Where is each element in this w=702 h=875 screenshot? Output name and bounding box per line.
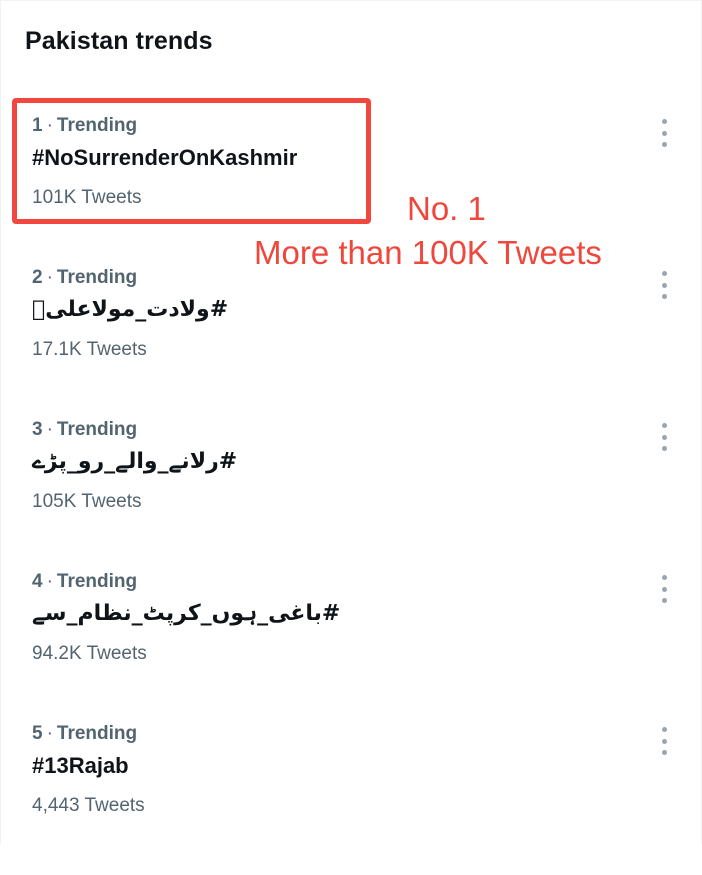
trends-panel: Pakistan trends 1 · Trending #NoSurrenderO… [0,0,702,844]
trend-item-2[interactable]: 2 · Trending #ولادت_مولاعلیؑ 17.1K Tweets [1,267,701,419]
trend-meta: 2 · Trending [32,267,138,288]
trend-item-4[interactable]: 4 · Trending #باغی_ہوں_کرپٹ_نظام_سے 94.2K … [1,571,701,723]
more-vertical-icon[interactable] [661,727,667,755]
more-vertical-icon[interactable] [661,575,667,603]
trend-item-5[interactable]: 5 · Trending #13Rajab 4,443 Tweets [1,723,701,875]
trend-item-3[interactable]: 3 · Trending #رلانے_والے_رو_پڑے 105K Tweet… [1,419,701,571]
annotation-rank: No. 1 [407,190,486,227]
section-title: Pakistan trends [25,27,213,55]
highlight-box [12,98,371,224]
trend-hashtag[interactable]: #ولادت_مولاعلیؑ [32,297,228,322]
trend-meta: 4 · Trending [32,571,138,592]
tweet-count: 94.2K Tweets [32,643,147,664]
trend-hashtag[interactable]: #باغی_ہوں_کرپٹ_نظام_سے [32,601,340,626]
tweet-count: 105K Tweets [32,491,142,512]
more-vertical-icon[interactable] [661,271,667,299]
trend-hashtag[interactable]: #13Rajab [32,753,129,779]
tweet-count: 4,443 Tweets [32,795,145,816]
more-vertical-icon[interactable] [661,423,667,451]
more-vertical-icon[interactable] [661,119,667,147]
trend-meta: 5 · Trending [32,723,138,744]
trend-meta: 3 · Trending [32,419,138,440]
trend-hashtag[interactable]: #رلانے_والے_رو_پڑے [32,449,237,474]
tweet-count: 17.1K Tweets [32,339,147,360]
annotation-tweets: More than 100K Tweets [254,234,602,271]
